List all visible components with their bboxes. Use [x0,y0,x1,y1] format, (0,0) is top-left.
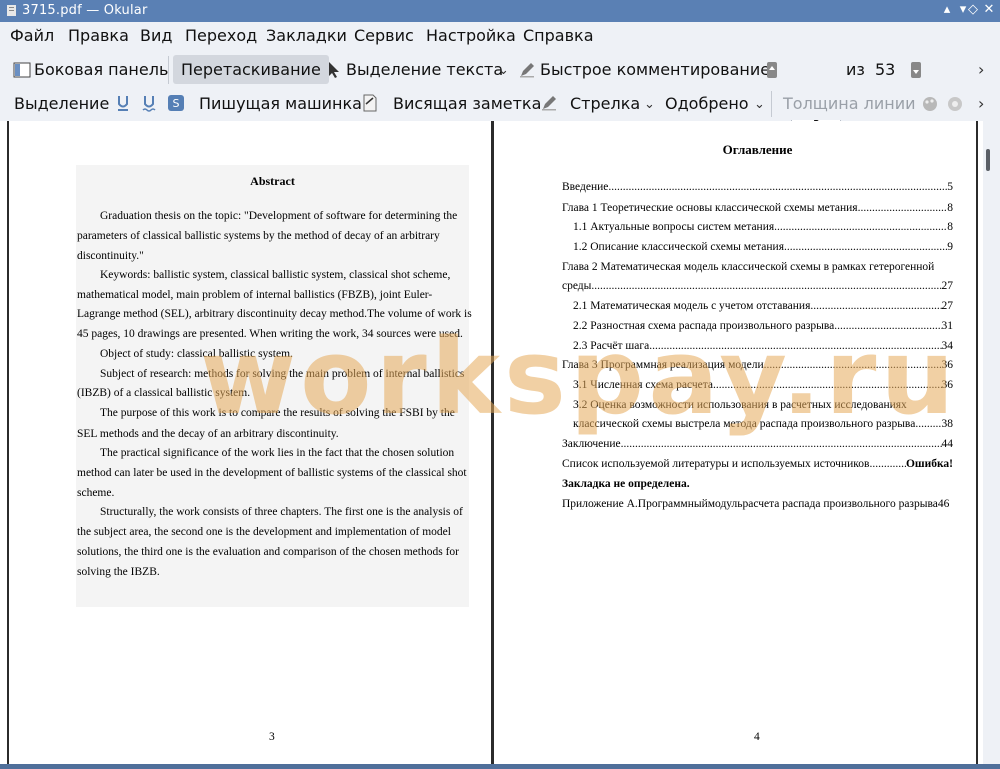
toc-entry[interactable]: Список используемой литературы и использ… [562,458,953,470]
menu-bar: Файл Правка Вид Переход Закладки Сервис … [0,22,1000,50]
toolbar-separator [771,91,772,117]
okular-window: 3715.pdf — Okular ▴ ▾ ◇ ✕ Файл Правка Ви… [0,0,1000,769]
toc-entry[interactable]: 2.3 Расчёт шага34 [573,340,953,352]
toc-entry[interactable]: 2.2 Разностная схема распада произвольно… [573,320,953,332]
abstract-line: The purpose of this work is to compare t… [100,407,455,419]
abstract-line: scheme. [77,487,115,499]
toc-entry[interactable]: Введение5 [562,181,953,193]
sidebar-button[interactable]: Боковая панель [34,60,168,79]
toc-entry[interactable]: 3.1 Численная схема расчета36 [573,379,953,391]
opacity-icon[interactable] [946,95,964,113]
abstract-line: (IBZB) of a classical ballistic system. [77,387,251,399]
toc-entry[interactable]: Глава 2 Математическая модель классическ… [562,261,934,273]
color-palette-icon[interactable] [921,95,939,113]
close-icon[interactable]: ✕ [980,1,998,19]
menu-settings[interactable]: Настройка [426,26,516,45]
abstract-line: mathematical model, main problem of inte… [77,289,433,301]
window-title: 3715.pdf — Okular [22,3,148,18]
page-number: 4 [754,731,760,743]
line-width-button[interactable]: Толщина линии [783,94,916,113]
sidebar-icon [13,62,31,78]
abstract-line: the subject area, the second one is the … [77,526,451,538]
page-border-left [7,121,9,765]
annotation-toolbar: Выделение S Пишущая машинка Висящая заме… [0,89,1000,120]
okular-app-icon [7,5,16,16]
strikeout-icon[interactable]: S [167,94,185,112]
page-divider [491,121,494,765]
toc-entry: Закладка не определена. [562,478,690,490]
drag-mode-button[interactable]: Перетаскивание [173,55,329,84]
previous-page-icon[interactable] [766,61,778,79]
abstract-line: method can later be used in the developm… [77,467,467,479]
menu-file[interactable]: Файл [10,26,54,45]
toc-entry[interactable]: 1.1 Актуальные вопросы систем метания8 [573,221,953,233]
menu-edit[interactable]: Правка [68,26,129,45]
abstract-line: parameters of classical ballistic system… [77,230,440,242]
chevron-down-icon[interactable]: ⌄ [754,97,765,112]
menu-help[interactable]: Справка [523,26,594,45]
abstract-line: discontinuity." [77,250,144,262]
abstract-line: solving the IBZB. [77,566,160,578]
page-number: 3 [269,731,275,743]
typewriter-button[interactable]: Пишущая машинка [199,94,362,113]
cursor-icon [329,62,339,78]
text-select-button[interactable]: Выделение текста [346,60,503,79]
toc-entry[interactable]: классической схемы выстрела метода распа… [573,418,953,430]
toc-entry[interactable]: 1.2 Описание классической схемы метания9 [573,241,953,253]
vertical-scrollbar[interactable] [983,121,995,765]
menu-bookmarks[interactable]: Закладки [266,26,347,45]
quick-comment-button[interactable]: Быстрое комментирование [540,60,770,79]
pen-icon [520,63,534,78]
abstract-line: 45 pages, 10 drawings are presented. Whe… [77,328,463,340]
svg-text:S: S [173,97,180,110]
abstract-line: solutions, the third one is the evaluati… [77,546,459,558]
underline-icon[interactable] [116,95,130,112]
page-border-right [976,121,978,765]
toolbar-overflow-icon[interactable]: › [978,94,984,113]
abstract-line: Structurally, the work consists of three… [100,506,463,518]
main-toolbar: Боковая панель Перетаскивание Выделение … [0,52,1000,138]
chevron-down-icon[interactable]: ⌄ [498,63,509,78]
note-icon [363,94,377,112]
toc-entry[interactable]: Заключение44 [562,438,953,450]
page-of-label: из [846,60,865,79]
menu-tools[interactable]: Сервис [354,26,414,45]
page-total-label: 53 [875,60,896,79]
toc-entry[interactable]: среды27 [562,280,953,292]
toc-entry[interactable]: 2.1 Математическая модель с учетом отста… [573,300,953,312]
window-bottom-border [0,764,1000,769]
toolbar-separator [168,56,169,84]
inline-note-button[interactable]: Висящая заметка [393,94,541,113]
abstract-line: SEL methods and the decay of an arbitrar… [77,428,339,440]
scrollbar-thumb[interactable] [986,149,990,171]
arrow-button[interactable]: Стрелка [570,94,640,113]
toc-entry[interactable]: Глава 1 Теоретические основы классическо… [562,202,953,214]
abstract-line: Subject of research: methods for solving… [100,368,465,380]
abstract-line: Object of study: classical ballistic sys… [100,348,293,360]
stamp-button[interactable]: Одобрено [665,94,749,113]
toc-entry[interactable]: Глава 3 Программная реализация модели36 [562,359,953,371]
abstract-line: The practical significance of the work l… [100,447,455,459]
abstract-line: Graduation thesis on the topic: "Develop… [100,210,458,222]
toolbar-overflow-icon[interactable]: › [978,60,984,79]
next-page-icon[interactable] [910,61,922,79]
abstract-line: Lagrange method (SEL), arbitrary discont… [77,308,472,320]
toc-entry[interactable]: Приложение А.Программныймодульрасчета ра… [562,498,949,510]
menu-go[interactable]: Переход [185,26,257,45]
highlight-button[interactable]: Выделение [14,94,109,113]
chevron-down-icon[interactable]: ⌄ [644,97,655,112]
arrow-tool-icon [542,96,556,111]
abstract-heading: Abstract [250,174,295,188]
title-bar: 3715.pdf — Okular ▴ ▾ ◇ ✕ [0,0,1000,22]
menu-view[interactable]: Вид [140,26,172,45]
toc-heading: Оглавление [722,142,793,157]
abstract-line: Keywords: ballistic system, classical ba… [100,269,451,281]
toc-entry[interactable]: 3.2 Оценка возможности использования в р… [573,399,907,411]
squiggle-icon[interactable] [142,95,156,112]
